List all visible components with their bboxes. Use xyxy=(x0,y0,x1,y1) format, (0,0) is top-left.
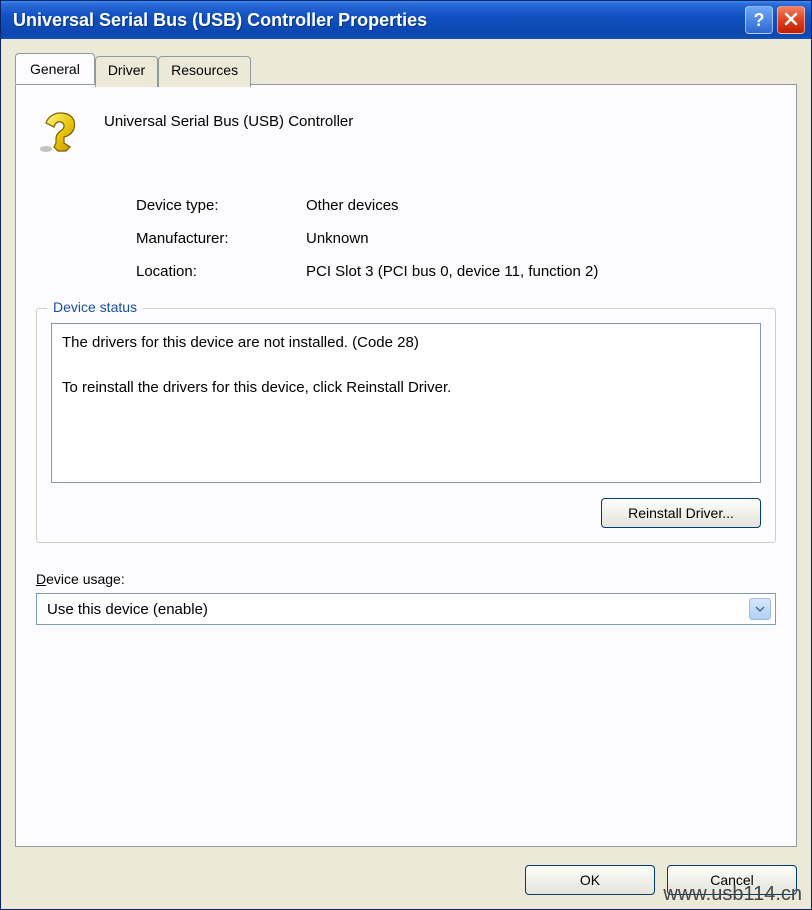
reinstall-driver-button[interactable]: Reinstall Driver... xyxy=(601,498,761,528)
tab-row: General Driver Resources xyxy=(15,53,797,84)
reinstall-row: Reinstall Driver... xyxy=(51,498,761,528)
question-mark-icon xyxy=(36,109,84,157)
device-header: Universal Serial Bus (USB) Controller xyxy=(36,109,776,157)
device-status-group: Device status Reinstall Driver... xyxy=(36,308,776,543)
device-usage-section: Device usage: Use this device (enable) xyxy=(36,571,776,625)
titlebar-buttons: ? xyxy=(745,6,805,34)
tab-resources[interactable]: Resources xyxy=(158,56,251,87)
ok-button[interactable]: OK xyxy=(525,865,655,895)
window-title: Universal Serial Bus (USB) Controller Pr… xyxy=(7,10,745,31)
device-name: Universal Serial Bus (USB) Controller xyxy=(104,109,353,130)
properties-dialog: Universal Serial Bus (USB) Controller Pr… xyxy=(0,0,812,910)
tab-general[interactable]: General xyxy=(15,53,95,84)
device-info-grid: Device type: Other devices Manufacturer:… xyxy=(136,197,776,280)
device-status-text[interactable] xyxy=(51,323,761,483)
location-label: Location: xyxy=(136,263,306,280)
device-usage-selected: Use this device (enable) xyxy=(47,601,208,618)
help-button[interactable]: ? xyxy=(745,6,773,34)
device-status-legend: Device status xyxy=(47,299,143,315)
close-button[interactable] xyxy=(777,6,805,34)
titlebar[interactable]: Universal Serial Bus (USB) Controller Pr… xyxy=(1,1,811,39)
close-icon xyxy=(784,10,798,31)
chevron-down-icon xyxy=(749,598,771,620)
dialog-body: General Driver Resources xyxy=(1,39,811,909)
tab-container: General Driver Resources xyxy=(15,53,797,847)
tab-driver[interactable]: Driver xyxy=(95,56,158,87)
location-value: PCI Slot 3 (PCI bus 0, device 11, functi… xyxy=(306,263,776,280)
help-icon: ? xyxy=(754,10,765,31)
cancel-button[interactable]: Cancel xyxy=(667,865,797,895)
device-usage-label: Device usage: xyxy=(36,571,776,587)
manufacturer-value: Unknown xyxy=(306,230,776,247)
device-usage-dropdown[interactable]: Use this device (enable) xyxy=(36,593,776,625)
device-type-value: Other devices xyxy=(306,197,776,214)
manufacturer-label: Manufacturer: xyxy=(136,230,306,247)
tab-panel-general: Universal Serial Bus (USB) Controller De… xyxy=(15,84,797,847)
dialog-footer: OK Cancel xyxy=(15,847,797,895)
device-type-label: Device type: xyxy=(136,197,306,214)
